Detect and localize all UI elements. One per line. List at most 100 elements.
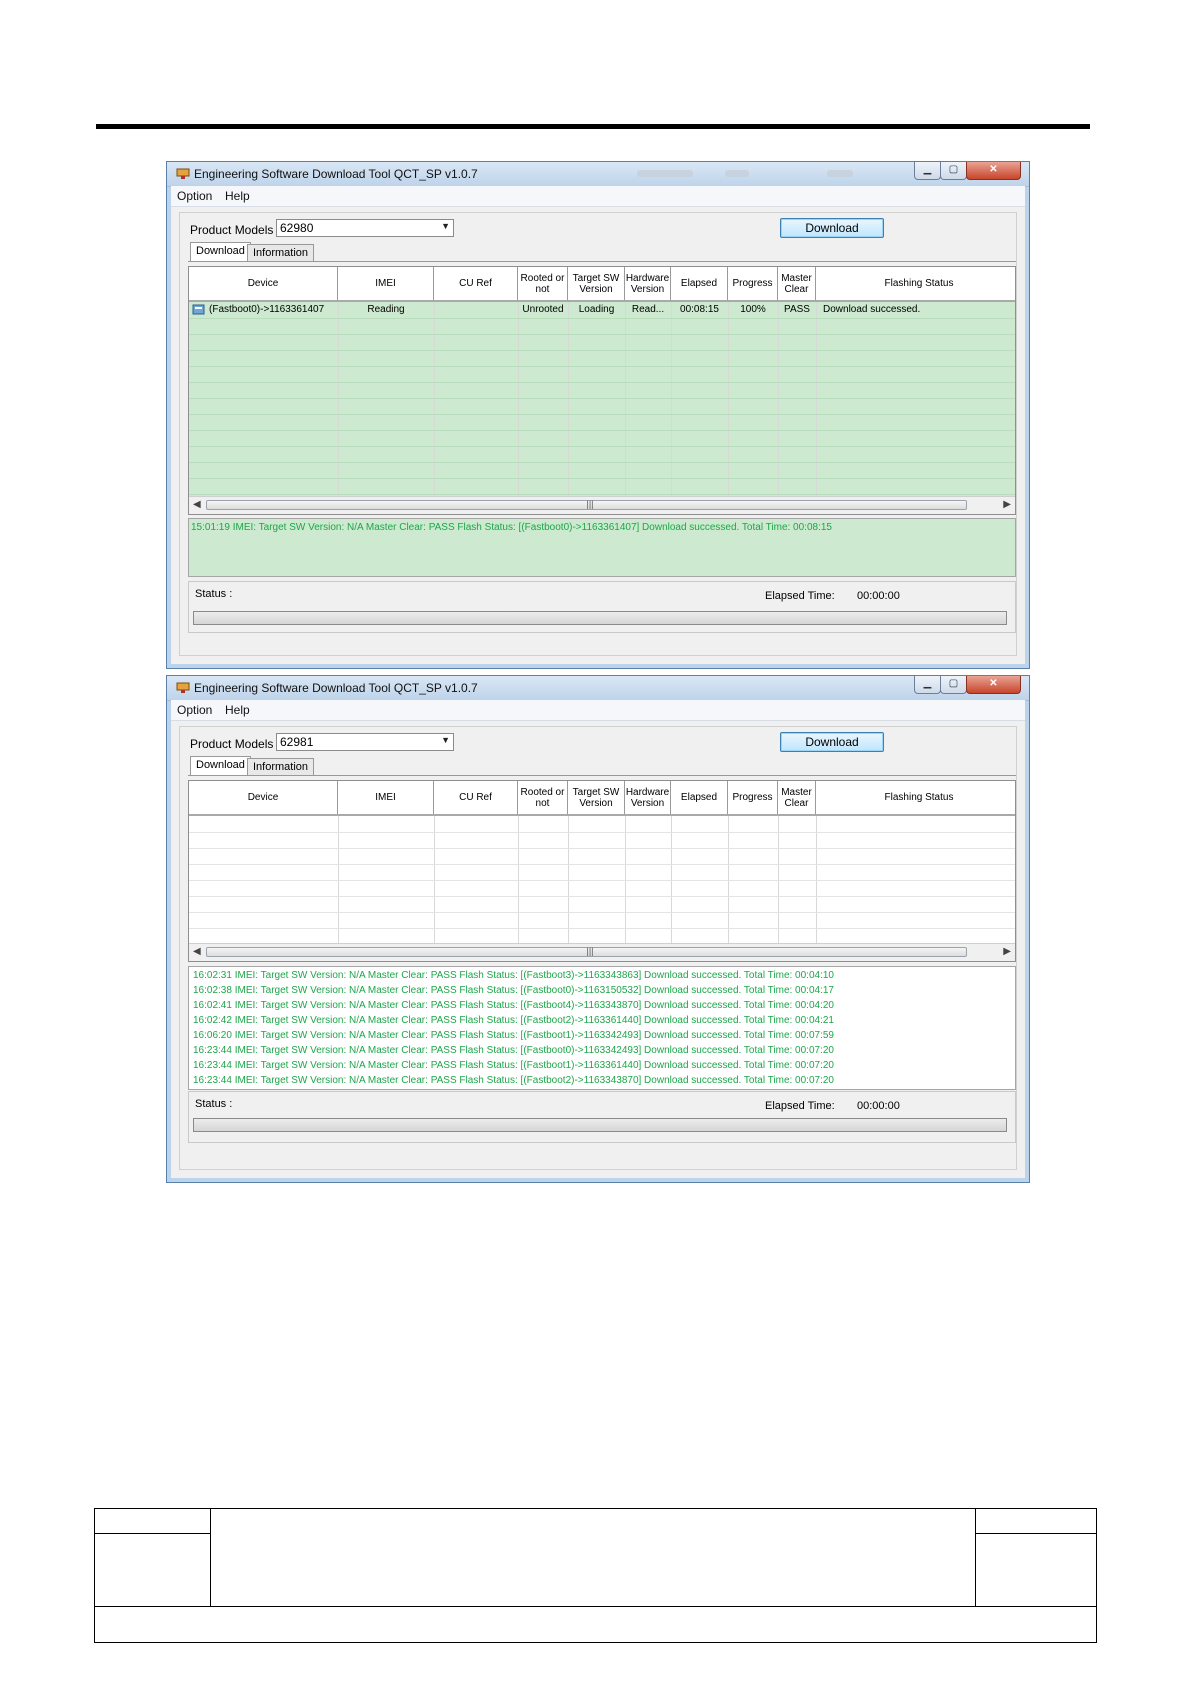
window-title: Engineering Software Download Tool QCT_S…: [194, 167, 478, 181]
column-header-device[interactable]: Device: [189, 781, 338, 814]
main-panel: Product Models : 62981 ▼ Download Downlo…: [179, 726, 1017, 1170]
menu-help[interactable]: Help: [225, 703, 250, 717]
log-line: 15:01:19 IMEI: Target SW Version: N/A Ma…: [191, 522, 832, 533]
title-bar[interactable]: Engineering Software Download Tool QCT_S…: [167, 676, 1029, 701]
tab-download[interactable]: Download: [190, 756, 251, 776]
column-header-target-sw[interactable]: Target SW Version: [568, 267, 625, 300]
close-button[interactable]: ✕: [966, 162, 1021, 180]
menu-help[interactable]: Help: [225, 189, 250, 203]
tab-information[interactable]: Information: [247, 758, 315, 776]
grid-row-line: [189, 832, 1015, 833]
column-header-target-sw[interactable]: Target SW Version: [568, 781, 625, 814]
column-header-progress[interactable]: Progress: [728, 267, 778, 300]
column-header-cu-ref[interactable]: CU Ref: [434, 267, 518, 300]
maximize-button[interactable]: ▢: [940, 162, 967, 180]
tab-divider: [188, 775, 1016, 776]
status-label: Status :: [195, 588, 233, 600]
column-header-device[interactable]: Device: [189, 267, 338, 300]
menu-bar: Option Help: [171, 700, 1025, 721]
elapsed-time-label: Elapsed Time:: [765, 590, 835, 602]
grid-header: Device IMEI CU Ref Rooted or not Target …: [189, 781, 1015, 816]
horizontal-scrollbar[interactable]: ◀ ||| ▶: [189, 943, 1015, 961]
grid-row-line: [189, 864, 1015, 865]
target-sw-cell: Loading: [578, 304, 615, 315]
grid-row-line: [189, 414, 1015, 415]
column-header-rooted[interactable]: Rooted or not: [518, 781, 568, 814]
log-panel: 15:01:19 IMEI: Target SW Version: N/A Ma…: [188, 518, 1016, 577]
product-model-value: 62981: [280, 735, 314, 749]
column-header-hardware[interactable]: Hardware Version: [625, 267, 671, 300]
grid-column-line: [518, 302, 519, 497]
progress-cell: 100%: [740, 304, 766, 315]
scroll-right-icon[interactable]: ▶: [1003, 499, 1011, 510]
column-header-elapsed[interactable]: Elapsed: [671, 781, 728, 814]
blurred-title-region: [827, 170, 853, 177]
document-footer-table: [94, 1508, 1097, 1643]
product-models-select[interactable]: 62981 ▼: [276, 733, 454, 751]
grip-icon: |||: [586, 499, 594, 509]
grid-row-line: [189, 382, 1015, 383]
imei-cell: Reading: [367, 304, 405, 315]
column-header-elapsed[interactable]: Elapsed: [671, 267, 728, 300]
scroll-thumb[interactable]: |||: [206, 499, 967, 510]
scroll-left-icon[interactable]: ◀: [193, 946, 201, 957]
close-icon: ✕: [989, 678, 998, 689]
column-header-cu-ref[interactable]: CU Ref: [434, 781, 518, 814]
column-header-progress[interactable]: Progress: [728, 781, 778, 814]
grid-row-line: [189, 398, 1015, 399]
minimize-icon: ▁: [923, 164, 932, 175]
column-header-master-clear[interactable]: Master Clear: [778, 781, 816, 814]
download-button[interactable]: Download: [780, 218, 884, 238]
close-button[interactable]: ✕: [966, 676, 1021, 694]
scroll-left-icon[interactable]: ◀: [193, 499, 201, 510]
grid-column-line: [728, 302, 729, 497]
download-button[interactable]: Download: [780, 732, 884, 752]
download-tool-window-2: Engineering Software Download Tool QCT_S…: [166, 675, 1030, 1183]
grid-row-line: [189, 912, 1015, 913]
product-models-label: Product Models :: [190, 223, 281, 237]
scroll-thumb[interactable]: |||: [206, 946, 967, 957]
minimize-button[interactable]: ▁: [914, 162, 941, 180]
grid-row-line: [189, 430, 1015, 431]
log-line: 16:23:44 IMEI: Target SW Version: N/A Ma…: [193, 1060, 834, 1071]
column-header-flashing-status[interactable]: Flashing Status: [816, 267, 1015, 300]
maximize-icon: ▢: [948, 164, 959, 175]
footer-table-line: [95, 1533, 210, 1534]
status-panel: Status : Elapsed Time: 00:00:00: [188, 581, 1016, 633]
tab-information[interactable]: Information: [247, 244, 315, 262]
menu-option[interactable]: Option: [177, 703, 212, 717]
dropdown-arrow-icon: ▼: [441, 735, 450, 745]
product-models-select[interactable]: 62980 ▼: [276, 219, 454, 237]
column-header-imei[interactable]: IMEI: [338, 781, 434, 814]
minimize-button[interactable]: ▁: [914, 676, 941, 694]
column-header-flashing-status[interactable]: Flashing Status: [816, 781, 1015, 814]
log-line: 16:23:44 IMEI: Target SW Version: N/A Ma…: [193, 1045, 834, 1056]
flashing-status-cell: Download successed.: [823, 304, 921, 315]
grid-row-line: [189, 350, 1015, 351]
scroll-right-icon[interactable]: ▶: [1003, 946, 1011, 957]
grid-row-line: [189, 366, 1015, 367]
grid-body: [189, 816, 1015, 944]
log-line: 16:02:42 IMEI: Target SW Version: N/A Ma…: [193, 1015, 834, 1026]
title-bar[interactable]: Engineering Software Download Tool QCT_S…: [167, 162, 1029, 187]
table-row[interactable]: (Fastboot0)->1163361407 Reading Unrooted…: [189, 302, 1015, 318]
grid-row-line: [189, 848, 1015, 849]
blurred-title-region: [637, 170, 693, 177]
column-header-imei[interactable]: IMEI: [338, 267, 434, 300]
horizontal-scrollbar[interactable]: ◀ ||| ▶: [189, 496, 1015, 514]
menu-option[interactable]: Option: [177, 189, 212, 203]
tab-download[interactable]: Download: [190, 242, 251, 262]
maximize-button[interactable]: ▢: [940, 676, 967, 694]
elapsed-time-label: Elapsed Time:: [765, 1100, 835, 1112]
column-header-rooted[interactable]: Rooted or not: [518, 267, 568, 300]
grid-row-line: [189, 446, 1015, 447]
grid-column-line: [816, 302, 817, 497]
column-header-hardware[interactable]: Hardware Version: [625, 781, 671, 814]
column-header-master-clear[interactable]: Master Clear: [778, 267, 816, 300]
log-line: 16:02:38 IMEI: Target SW Version: N/A Ma…: [193, 985, 834, 996]
grid-column-line: [778, 302, 779, 497]
grip-icon: |||: [586, 946, 594, 956]
progress-bar: [193, 611, 1007, 625]
footer-table-line: [210, 1509, 211, 1606]
log-line: 16:06:20 IMEI: Target SW Version: N/A Ma…: [193, 1030, 834, 1041]
